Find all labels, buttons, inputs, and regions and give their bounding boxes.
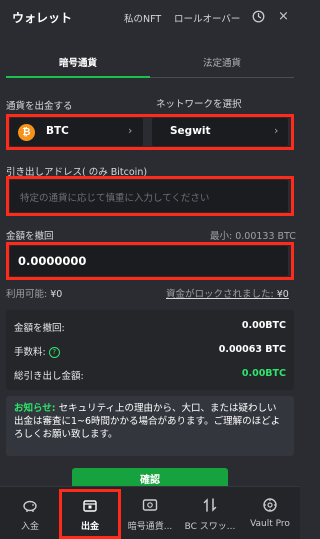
summary-amount-value: 0.00BTC bbox=[241, 320, 286, 331]
network-label: ネットワークを選択 bbox=[156, 99, 242, 110]
nav-vault-pro-label: Vault Pro bbox=[250, 519, 290, 529]
withdraw-summary: 金額を撤回: 0.00BTC 手数料:? 0.00063 BTC 総引き出し金額… bbox=[6, 310, 294, 390]
summary-fee-label: 手数料:? bbox=[14, 344, 60, 358]
network-select[interactable]: Segwit › bbox=[152, 118, 288, 146]
summary-fee-value: 0.00063 BTC bbox=[218, 344, 286, 355]
nav-withdraw-highlight bbox=[59, 489, 121, 539]
security-notice: お知らせ: セキュリティ上の理由から、大口、または疑わしい出金は審査に1~6時間… bbox=[6, 396, 294, 456]
withdraw-address-input[interactable]: 特定の通貨に応じて慎重に入力してください bbox=[10, 180, 288, 212]
amount-label: 金額を撤回 bbox=[6, 231, 54, 242]
nav-bc-swap-label: BC スワッ... bbox=[184, 522, 236, 532]
currency-label: 通貨を出金する bbox=[6, 101, 73, 112]
withdraw-amount-input[interactable]: 0.0000000 bbox=[10, 246, 288, 276]
nav-crypto[interactable]: 暗号通貨... bbox=[120, 487, 180, 539]
address-placeholder: 特定の通貨に応じて慎重に入力してください bbox=[20, 193, 210, 204]
amount-value: 0.0000000 bbox=[18, 254, 87, 268]
tab-crypto[interactable]: 暗号通貨 bbox=[6, 54, 150, 78]
tab-fiat[interactable]: 法定通貨 bbox=[150, 54, 294, 78]
nav-vault-pro[interactable]: Vault Pro bbox=[240, 487, 300, 539]
close-icon[interactable]: × bbox=[278, 9, 289, 24]
notice-prefix: お知らせ: bbox=[14, 403, 56, 414]
summary-amount-label: 金額を撤回: bbox=[14, 323, 65, 334]
nav-deposit-label: 入金 bbox=[20, 522, 39, 532]
currency-name: BTC bbox=[46, 125, 69, 137]
locked-funds-link[interactable]: 資金がロックされました: ¥0 bbox=[166, 286, 289, 300]
summary-total-value: 0.00BTC bbox=[241, 368, 286, 379]
nav-deposit[interactable]: 入金 bbox=[0, 487, 60, 539]
piggy-bank-icon bbox=[23, 500, 37, 512]
summary-total-label: 総引き出し金額: bbox=[14, 371, 84, 382]
crypto-icon bbox=[142, 499, 158, 511]
swap-icon bbox=[203, 498, 217, 512]
currency-type-tabs: 暗号通貨 法定通貨 bbox=[6, 54, 294, 78]
help-icon[interactable]: ? bbox=[48, 347, 60, 358]
chevron-right-icon: › bbox=[128, 124, 133, 137]
nav-crypto-label: 暗号通貨... bbox=[127, 522, 173, 532]
chevron-right-icon: › bbox=[274, 124, 279, 137]
bitcoin-icon: ₿ bbox=[18, 124, 35, 141]
app-header: ウォレット 私のNFT ロールオーバー × bbox=[0, 0, 300, 36]
currency-select[interactable]: ₿ BTC › bbox=[10, 118, 143, 146]
nav-my-nft[interactable]: 私のNFT bbox=[124, 11, 161, 25]
page-title: ウォレット bbox=[12, 11, 73, 25]
network-name: Segwit bbox=[170, 125, 211, 137]
clock-icon[interactable] bbox=[252, 10, 265, 23]
vault-icon bbox=[263, 498, 277, 512]
nav-rollover[interactable]: ロールオーバー bbox=[174, 11, 240, 25]
minimum-amount: 最小: 0.00133 BTC bbox=[210, 231, 296, 242]
bottom-nav: 入金 出金 暗号通貨... BC スワッ... Vault Pro bbox=[0, 486, 300, 539]
nav-bc-swap[interactable]: BC スワッ... bbox=[180, 487, 240, 539]
available-balance: 利用可能: ¥0 bbox=[6, 289, 63, 300]
